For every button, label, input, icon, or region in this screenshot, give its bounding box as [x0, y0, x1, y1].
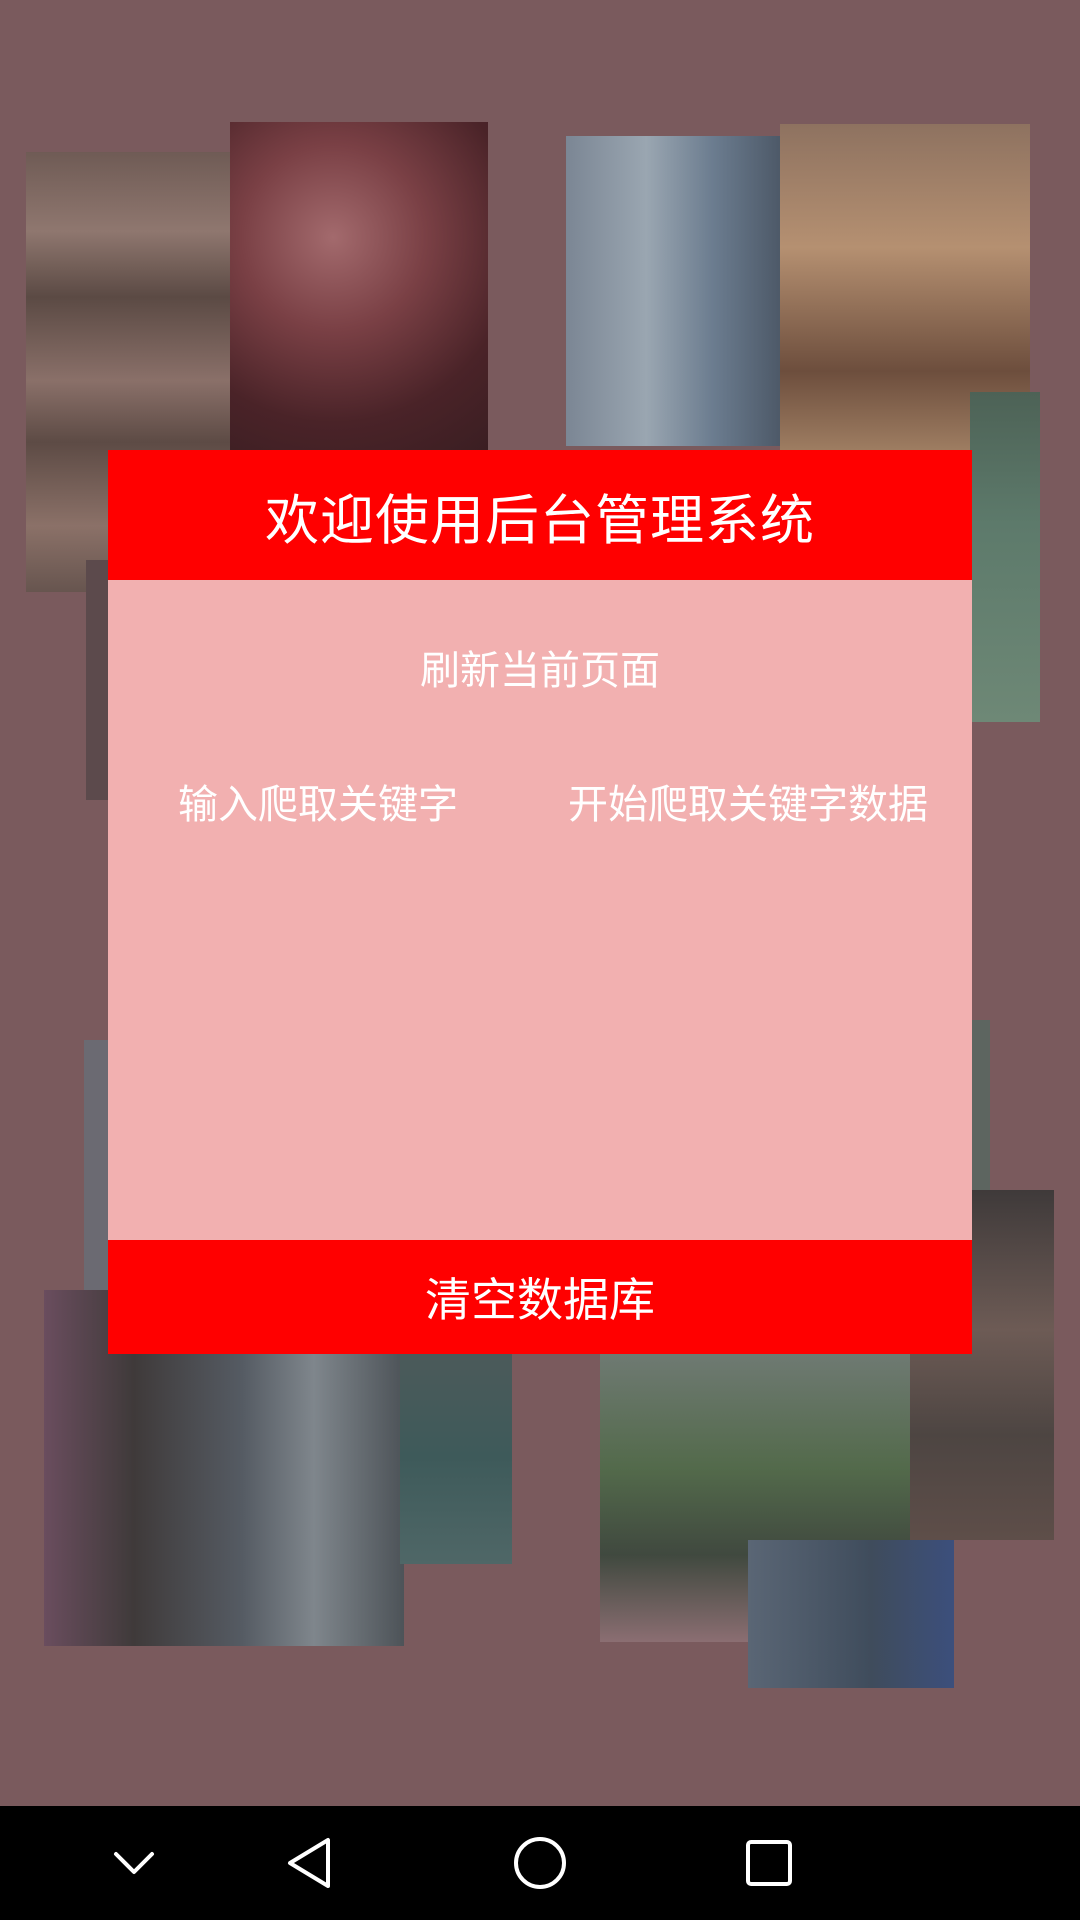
- recents-button[interactable]: [724, 1828, 814, 1898]
- background-photo: [400, 1350, 512, 1564]
- dialog-title: 欢迎使用后台管理系统: [265, 488, 815, 552]
- back-button[interactable]: [264, 1828, 354, 1898]
- background-photo: [748, 1540, 954, 1688]
- background-photo: [970, 392, 1040, 722]
- admin-dialog: 欢迎使用后台管理系统 刷新当前页面 输入爬取关键字 开始爬取关键字数据 清空数据…: [108, 450, 972, 1354]
- back-triangle-icon: [288, 1838, 330, 1888]
- clear-database-button[interactable]: 清空数据库: [108, 1240, 972, 1354]
- home-circle-icon: [514, 1837, 566, 1889]
- background-photo: [230, 122, 488, 452]
- dialog-header: 欢迎使用后台管理系统: [108, 450, 972, 580]
- recents-square-icon: [746, 1840, 792, 1886]
- clear-database-label: 清空数据库: [425, 1273, 655, 1327]
- navigation-bar: [0, 1806, 1080, 1920]
- refresh-page-button[interactable]: 刷新当前页面: [108, 638, 972, 696]
- start-crawl-button[interactable]: 开始爬取关键字数据: [568, 772, 928, 830]
- hide-keyboard-button[interactable]: [89, 1828, 179, 1898]
- home-button[interactable]: [495, 1828, 585, 1898]
- chevron-down-icon: [114, 1852, 154, 1874]
- input-keyword-button[interactable]: 输入爬取关键字: [178, 772, 458, 830]
- screen: 欢迎使用后台管理系统 刷新当前页面 输入爬取关键字 开始爬取关键字数据 清空数据…: [0, 0, 1080, 1920]
